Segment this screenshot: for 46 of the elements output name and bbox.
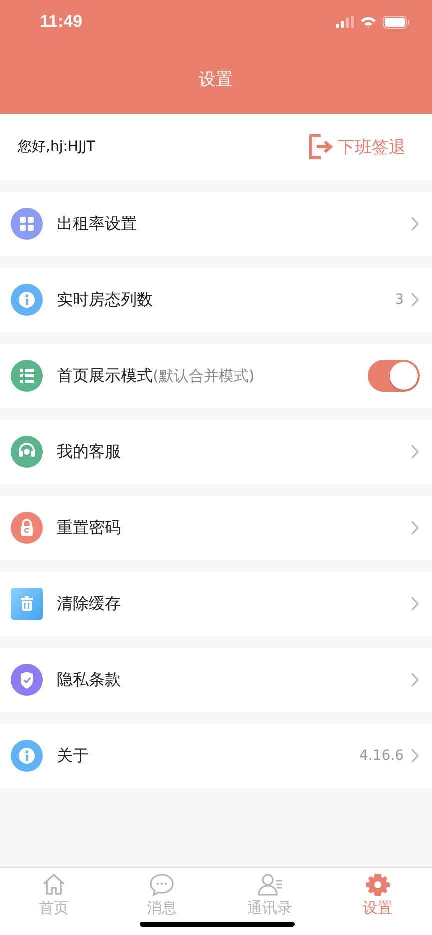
setting-label: 关于 bbox=[57, 746, 89, 766]
signal-icon bbox=[336, 16, 354, 28]
setting-label: 出租率设置 bbox=[57, 214, 137, 234]
greeting-text: 您好,hj:HJJT bbox=[18, 138, 96, 156]
setting-label: 重置密码 bbox=[57, 518, 121, 538]
info-icon bbox=[11, 740, 43, 772]
chevron-icon bbox=[410, 292, 420, 308]
settings-row[interactable]: 首页展示模式(默认合并模式) bbox=[0, 344, 432, 408]
setting-label: 首页展示模式 bbox=[57, 366, 153, 386]
exit-icon bbox=[308, 134, 336, 160]
grid-icon bbox=[11, 208, 43, 240]
headset-icon bbox=[11, 436, 43, 468]
setting-note: (默认合并模式) bbox=[153, 366, 255, 386]
chevron-icon bbox=[410, 672, 420, 688]
settings-row[interactable]: 我的客服 bbox=[0, 420, 432, 484]
status-time: 11:49 bbox=[40, 12, 83, 32]
settings-row[interactable]: 关于 4.16.6 bbox=[0, 724, 432, 788]
settings-row[interactable]: 清除缓存 bbox=[0, 572, 432, 636]
info-icon bbox=[11, 284, 43, 316]
settings-row[interactable]: 隐私条款 bbox=[0, 648, 432, 712]
setting-label: 实时房态列数 bbox=[57, 290, 153, 310]
home-icon bbox=[41, 872, 67, 898]
gear-icon bbox=[365, 872, 391, 898]
setting-label: 我的客服 bbox=[57, 442, 121, 462]
lock-icon bbox=[11, 512, 43, 544]
settings-row[interactable]: 实时房态列数 3 bbox=[0, 268, 432, 332]
setting-value: 4.16.6 bbox=[359, 748, 404, 764]
battery-icon bbox=[383, 16, 410, 28]
wifi-icon bbox=[360, 16, 377, 28]
shield-icon bbox=[11, 664, 43, 696]
page-title: 设置 bbox=[199, 69, 233, 91]
chat-icon bbox=[149, 872, 175, 898]
settings-row[interactable]: 重置密码 bbox=[0, 496, 432, 560]
chevron-icon bbox=[410, 596, 420, 612]
setting-value: 3 bbox=[395, 292, 404, 308]
contacts-icon bbox=[257, 872, 283, 898]
chevron-icon bbox=[410, 444, 420, 460]
trash-icon bbox=[11, 588, 43, 620]
settings-row[interactable]: 出租率设置 bbox=[0, 192, 432, 256]
toggle-switch[interactable] bbox=[368, 360, 420, 392]
list-icon bbox=[11, 360, 43, 392]
chevron-icon bbox=[410, 748, 420, 764]
setting-label: 清除缓存 bbox=[57, 594, 121, 614]
chevron-icon bbox=[410, 216, 420, 232]
setting-label: 隐私条款 bbox=[57, 670, 121, 690]
chevron-icon bbox=[410, 520, 420, 536]
